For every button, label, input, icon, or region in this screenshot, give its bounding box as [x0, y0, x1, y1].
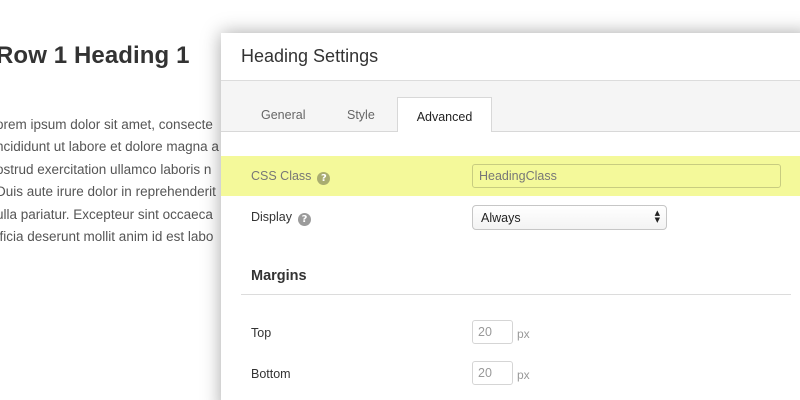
panel-header: Heading Settings	[221, 33, 800, 81]
page-paragraph: orem ipsum dolor sit amet, consecte ncid…	[0, 114, 236, 248]
css-class-row: CSS Class? HeadingClass	[221, 156, 800, 196]
question-circle-icon[interactable]: ?	[298, 213, 311, 226]
page-heading: Row 1 Heading 1	[0, 42, 190, 69]
tabs-bar: General Style Advanced	[221, 81, 800, 133]
tab-advanced[interactable]: Advanced	[397, 97, 492, 133]
paragraph-line: ostrud exercitation ullamco laboris n	[0, 161, 212, 177]
margins-section-title: Margins	[251, 268, 307, 284]
paragraph-line: fficia deserunt mollit anim id est labo	[0, 229, 214, 245]
panel-body: CSS Class? HeadingClass Display? Always …	[221, 132, 800, 400]
paragraph-line: ncididunt ut labore et dolore magna a	[0, 139, 219, 155]
paragraph-line: ulla pariatur. Excepteur sint occaeca	[0, 206, 213, 222]
margin-bottom-input[interactable]: 20	[472, 361, 513, 385]
paragraph-line: Duis aute irure dolor in reprehenderit	[0, 184, 216, 200]
tab-general[interactable]: General	[261, 97, 305, 132]
margin-top-label: Top	[251, 326, 272, 340]
display-label-text: Display	[251, 210, 292, 224]
display-selected-value: Always	[481, 211, 521, 225]
margin-top-unit: px	[517, 327, 530, 341]
heading-settings-panel: Heading Settings General Style Advanced …	[221, 33, 800, 400]
display-select[interactable]: Always ▲ ▼	[472, 205, 667, 230]
display-row: Display? Always ▲ ▼	[221, 196, 800, 238]
paragraph-line: orem ipsum dolor sit amet, consecte	[0, 117, 213, 132]
tab-style[interactable]: Style	[347, 97, 375, 132]
css-class-input[interactable]: HeadingClass	[472, 164, 781, 188]
question-circle-icon[interactable]: ?	[317, 172, 331, 185]
margin-top-input[interactable]: 20	[472, 320, 513, 344]
section-divider	[241, 294, 791, 295]
panel-title: Heading Settings	[241, 46, 379, 66]
css-class-label: CSS Class?	[251, 169, 331, 185]
margin-bottom-unit: px	[517, 368, 530, 382]
css-class-label-text: CSS Class	[251, 169, 312, 183]
select-arrows-icon: ▲ ▼	[654, 209, 660, 224]
margin-bottom-label: Bottom	[251, 367, 291, 381]
display-label: Display?	[251, 210, 311, 226]
